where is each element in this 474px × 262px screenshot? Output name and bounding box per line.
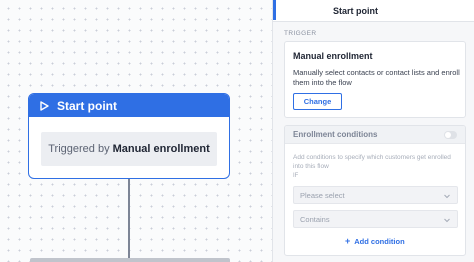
node-trigger-prefix: Triggered by <box>48 143 110 155</box>
condition-field-select[interactable]: Please select <box>293 186 458 204</box>
enrollment-conditions-title: Enrollment conditions <box>293 130 378 139</box>
condition-field-placeholder: Please select <box>300 190 345 200</box>
condition-operator-select[interactable]: Contains <box>293 210 458 228</box>
node-trigger-value: Manual enrollment <box>112 143 210 155</box>
add-condition-button[interactable]: + Add condition <box>345 236 405 246</box>
enrollment-conditions-header: Enrollment conditions <box>285 126 465 144</box>
trigger-title: Manual enrollment <box>293 51 373 61</box>
start-point-node-header: Start point <box>29 94 229 117</box>
if-label: IF <box>293 173 299 179</box>
start-point-node[interactable]: Start point Triggered by Manual enrollme… <box>28 93 230 179</box>
plus-icon: + <box>345 236 351 246</box>
change-trigger-button[interactable]: Change <box>293 93 342 110</box>
chevron-down-icon <box>443 216 451 224</box>
enrollment-conditions-toggle[interactable] <box>444 131 457 139</box>
trigger-section-label: TRIGGER <box>284 30 317 37</box>
enrollment-conditions-description: Add conditions to specify which customer… <box>293 154 451 170</box>
trigger-description: Manually select contacts or contact list… <box>293 68 460 87</box>
add-condition-label: Add condition <box>354 236 405 246</box>
panel-title: Start point <box>333 6 378 16</box>
panel-header: Start point <box>273 0 474 22</box>
node-title: Start point <box>57 98 117 113</box>
play-icon <box>40 100 50 111</box>
node-trigger-summary: Triggered by Manual enrollment <box>41 132 217 166</box>
next-node-edge[interactable] <box>30 258 230 262</box>
settings-panel: Start point TRIGGER Manual enrollment Ma… <box>272 0 474 262</box>
panel-header-accent <box>273 0 276 20</box>
condition-operator-value: Contains <box>300 214 330 224</box>
trigger-card: Manual enrollment Manually select contac… <box>284 41 466 118</box>
chevron-down-icon <box>443 192 451 200</box>
flow-canvas[interactable]: Start point Triggered by Manual enrollme… <box>0 0 272 262</box>
flow-connector <box>128 179 130 259</box>
enrollment-conditions-card: Enrollment conditions Add conditions to … <box>284 125 466 256</box>
